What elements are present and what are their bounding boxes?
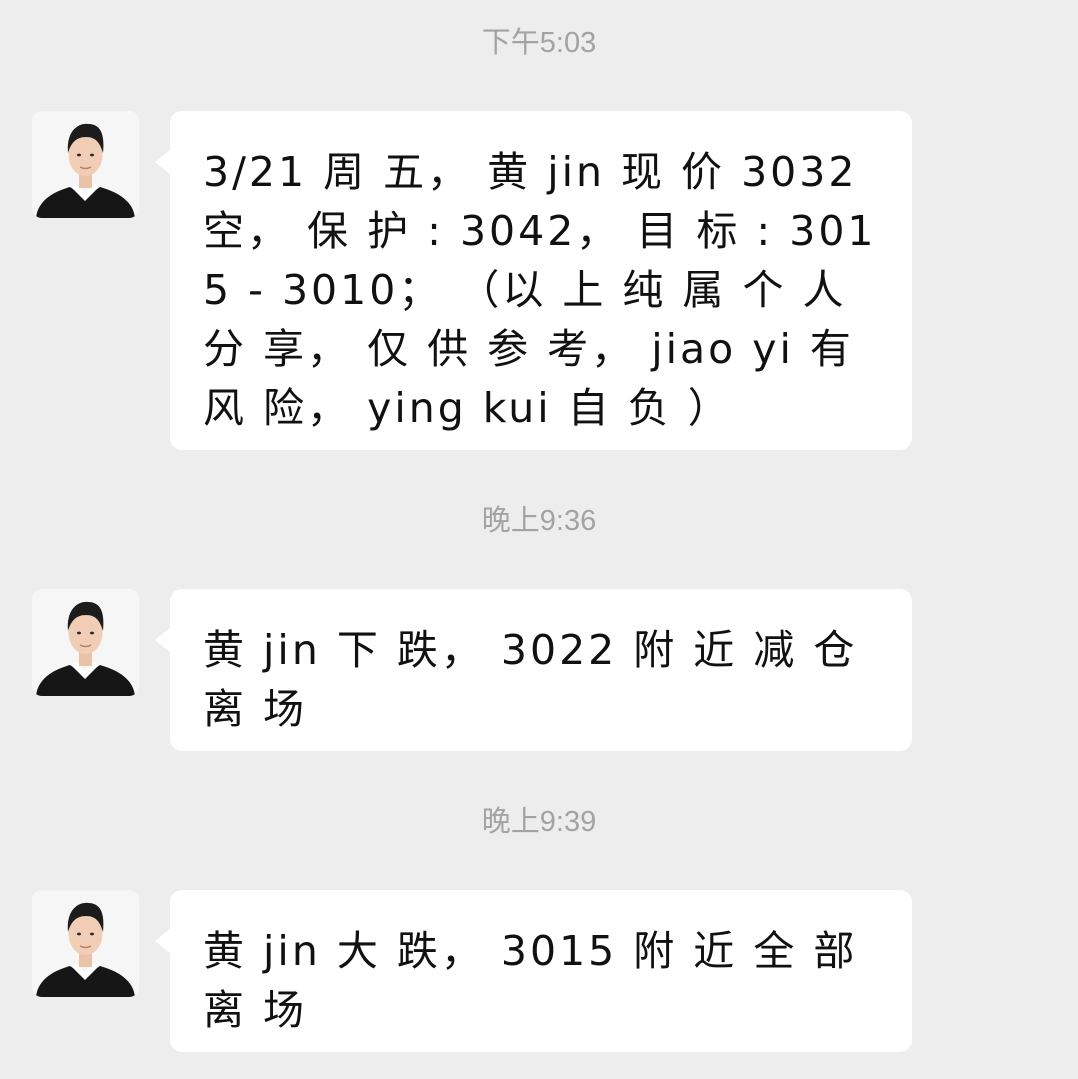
message-text: 3/21 周 五， 黄 jin 现 价 3032 空， 保 护 : 3042， … [203,148,877,432]
sender-avatar[interactable] [32,589,139,696]
sender-avatar[interactable] [32,890,139,997]
message-text: 黄 jin 下 跌， 3022 附 近 减 仓 离 场 [203,626,858,733]
message-bubble[interactable]: 黄 jin 下 跌， 3022 附 近 减 仓 离 场 [155,589,912,751]
user-avatar-icon [32,589,139,696]
message-timestamp: 晚上9:39 [481,806,597,838]
message-timestamp: 下午5:03 [481,27,597,59]
user-avatar-icon [32,890,139,997]
user-avatar-icon [32,111,139,218]
message-bubble[interactable]: 黄 jin 大 跌， 3015 附 近 全 部 离 场 [155,890,912,1052]
message-timestamp: 晚上9:36 [481,505,597,537]
message-text: 黄 jin 大 跌， 3015 附 近 全 部 离 场 [203,927,858,1034]
sender-avatar[interactable] [32,111,139,218]
message-bubble[interactable]: 3/21 周 五， 黄 jin 现 价 3032 空， 保 护 : 3042， … [155,111,912,450]
